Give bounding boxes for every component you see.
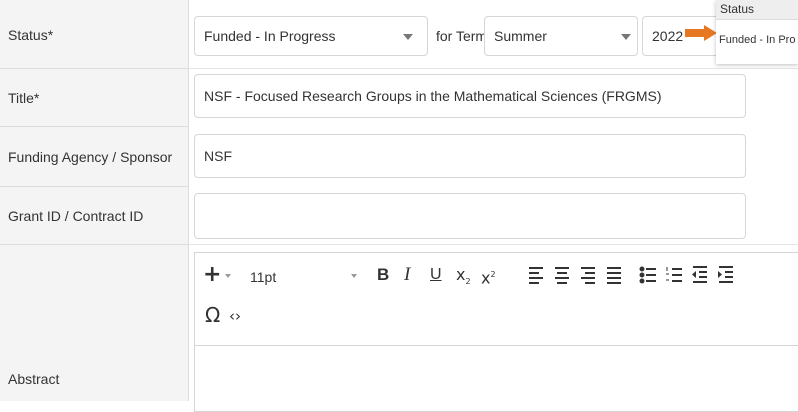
alignment-toolbar — [529, 266, 733, 284]
grant-id-label: Grant ID / Contract ID — [0, 186, 188, 244]
bullet-list-icon[interactable] — [639, 266, 657, 284]
insert-plus-icon[interactable]: + — [203, 264, 221, 286]
status-callout: Status Funded - In Pro — [716, 0, 798, 64]
italic-button[interactable]: I — [404, 265, 410, 285]
callout-text: Funded - In Pro — [719, 34, 796, 46]
grant-id-input[interactable] — [194, 193, 746, 239]
column-divider — [188, 0, 189, 401]
chevron-down-icon — [621, 34, 631, 40]
status-select-value: Funded - In Progress — [204, 28, 336, 44]
callout-header: Status — [716, 0, 798, 20]
outdent-icon[interactable] — [692, 266, 707, 283]
align-left-icon[interactable] — [529, 267, 543, 284]
arrow-right-icon — [685, 25, 717, 41]
abstract-editor: + 11pt B I U x2 x2 Ω ‹› — [194, 252, 798, 412]
chevron-down-icon — [403, 34, 413, 40]
term-select-value: Summer — [494, 28, 547, 44]
indent-icon[interactable] — [718, 266, 733, 283]
row-divider — [188, 244, 798, 245]
title-label: Title* — [0, 68, 188, 126]
abstract-label: Abstract — [0, 244, 188, 401]
numbered-list-icon[interactable] — [666, 267, 682, 282]
subscript-button[interactable]: x2 — [456, 265, 471, 292]
editor-content-area[interactable] — [195, 346, 798, 411]
subscript-mark: 2 — [465, 277, 471, 287]
superscript-button[interactable]: x2 — [481, 265, 496, 288]
align-center-icon[interactable] — [555, 267, 569, 284]
title-input[interactable]: NSF - Focused Research Groups in the Mat… — [194, 74, 746, 118]
funding-agency-label: Funding Agency / Sponsor — [0, 126, 188, 186]
bold-button[interactable]: B — [377, 265, 389, 285]
for-term-text: for Term — [436, 28, 488, 44]
chevron-down-icon[interactable] — [351, 274, 357, 278]
underline-button[interactable]: U — [430, 265, 442, 285]
status-label: Status* — [8, 27, 54, 43]
source-code-icon[interactable]: ‹› — [229, 306, 241, 326]
term-select[interactable]: Summer — [484, 16, 638, 56]
chevron-down-icon[interactable] — [225, 274, 231, 278]
align-justify-icon[interactable] — [607, 267, 621, 284]
special-character-icon[interactable]: Ω — [205, 305, 220, 325]
superscript-mark: 2 — [490, 270, 496, 279]
font-size-select[interactable]: 11pt — [250, 267, 276, 287]
title-input-value: NSF - Focused Research Groups in the Mat… — [204, 88, 662, 104]
funding-agency-value: NSF — [204, 148, 232, 164]
status-select[interactable]: Funded - In Progress — [194, 16, 428, 56]
funding-agency-input[interactable]: NSF — [194, 134, 746, 178]
year-select-value: 2022 — [652, 28, 684, 44]
align-right-icon[interactable] — [581, 267, 595, 284]
row-divider — [188, 68, 798, 69]
